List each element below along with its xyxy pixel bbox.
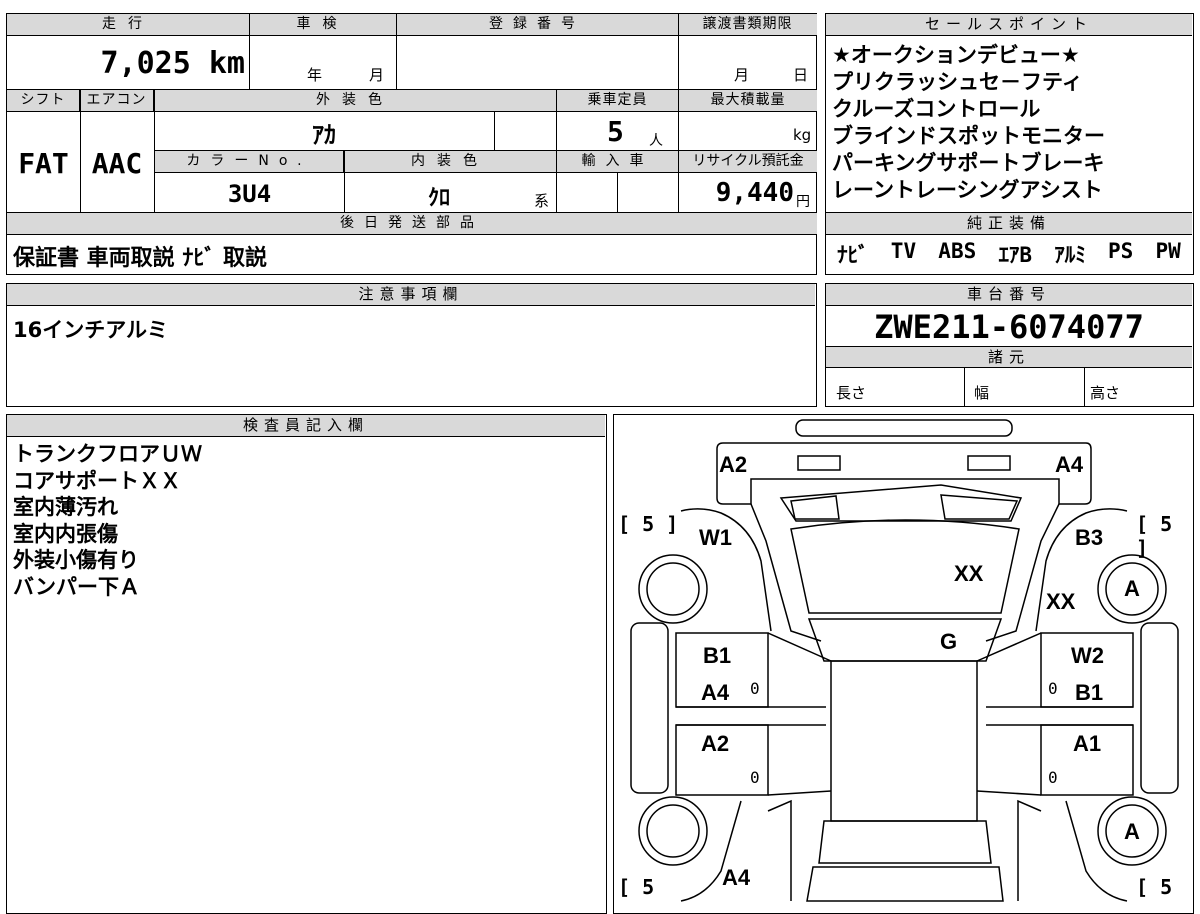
inspector-note: 室内内張傷	[13, 521, 118, 546]
sales-point-item: ブラインドスポットモニター	[832, 124, 1105, 148]
color-no-value: 3U4	[227, 180, 272, 208]
mark-zero: 0	[1048, 679, 1058, 698]
later-parts-value: 保証書 車両取説 ﾅﾋﾞ 取説	[13, 246, 267, 271]
sales-points-panel: セールスポイント ★オークションデビュー★ プリクラッシュセ－フティ クルーズコ…	[825, 13, 1194, 275]
transfer-month-unit: 月	[734, 66, 750, 84]
mark-rear-door-right-2: B1	[1075, 680, 1104, 705]
aircon-value: AAC	[91, 147, 143, 180]
registration-label: 登録番号	[396, 14, 678, 36]
height-label: 高さ	[1090, 384, 1121, 402]
capacity-value: 5	[607, 115, 624, 148]
sales-point-item: パーキングサポートブレーキ	[832, 151, 1105, 175]
recycle-value: 9,440	[715, 178, 794, 208]
max-load-label: 最大積載量	[678, 90, 817, 112]
tire-rear-left: [ 5 ]	[618, 512, 679, 536]
mark-rear-right: A4	[1055, 452, 1084, 477]
mark-zero: 0	[1048, 768, 1058, 787]
tire-front-left: [ 5	[618, 875, 655, 899]
inspector-panel: 検査員記入欄 トランクフロアＵＷ コアサポートＸＸ 室内薄汚れ 室内内張傷 外装…	[6, 414, 607, 914]
recycle-unit: 円	[796, 194, 810, 210]
mark-windshield: G	[940, 629, 958, 654]
car-diagram-panel: A2 A4 [ 5 ] [ 5 ] W1 B3 XX XX A G B1 A4 …	[613, 414, 1194, 914]
transfer-deadline-label: 譲渡書類期限	[678, 14, 817, 36]
aircon-label: エアコン	[80, 90, 154, 112]
notes-value: 16インチアルミ	[13, 318, 169, 342]
mark-rear-door-left-2: A4	[701, 680, 730, 705]
mileage-label: 走行	[7, 14, 249, 36]
mark-rear-door-right-1: W2	[1071, 643, 1104, 668]
mark-zero: 0	[750, 679, 760, 698]
shift-label: シフト	[7, 90, 80, 112]
capacity-unit: 人	[649, 133, 663, 149]
tire-front-right: [ 5	[1136, 875, 1173, 899]
mark-front-door-right: A1	[1073, 731, 1102, 756]
equipment-item: ｱﾙﾐ	[1054, 243, 1086, 267]
mark-rear-door-left-1: B1	[703, 643, 732, 668]
mark-fender-left: A4	[722, 865, 751, 890]
mark-zero: 0	[750, 768, 760, 787]
sales-points-list: ★オークションデビュー★ プリクラッシュセ－フティ クルーズコントロール ブライ…	[826, 38, 1192, 208]
tire-rear-right: [ 5 ]	[1136, 512, 1173, 560]
equipment-label: 純正装備	[826, 213, 1192, 235]
specs-label: 諸元	[826, 346, 1192, 368]
sales-points-label: セールスポイント	[826, 14, 1192, 36]
inspector-note: バンパー下Ａ	[13, 574, 141, 599]
interior-color-value: ｸﾛ	[427, 186, 450, 211]
equipment-item: PS	[1108, 239, 1134, 263]
mark-wheel-rear-right: A	[1124, 576, 1140, 601]
width-label: 幅	[974, 384, 990, 402]
capacity-label: 乗車定員	[556, 90, 678, 112]
chassis-panel: 車台番号 ZWE211-6074077 諸元 長さ 幅 高さ	[825, 283, 1194, 407]
inspector-label: 検査員記入欄	[7, 415, 605, 437]
inspection-year-unit: 年	[307, 66, 323, 84]
mark-quarter-left: W1	[699, 525, 732, 550]
equipment-list: ﾅﾋﾞ TV ABS ｴｱB ｱﾙﾐ PS PW	[826, 239, 1192, 269]
equipment-item: PW	[1155, 239, 1181, 263]
notes-label: 注意事項欄	[7, 284, 815, 306]
equipment-item: ｴｱB	[998, 243, 1033, 267]
transfer-day-unit: 日	[793, 66, 809, 84]
import-label: 輸入車	[556, 151, 678, 173]
interior-color-suffix: 系	[534, 192, 550, 210]
exterior-color-value: ｱｶ	[312, 121, 336, 149]
equipment-item: ﾅﾋﾞ	[837, 243, 869, 267]
sales-point-item: クルーズコントロール	[832, 97, 1041, 121]
later-parts-label: 後日発送部品	[7, 213, 817, 235]
mark-wheel-front-right: A	[1124, 819, 1140, 844]
interior-color-label: 内装色	[344, 151, 556, 173]
mark-front-door-left: A2	[701, 731, 730, 756]
color-no-label: カラーNo.	[155, 151, 344, 173]
mark-roof: XX	[954, 561, 984, 586]
max-load-unit: kg	[793, 126, 812, 144]
length-label: 長さ	[836, 384, 867, 402]
mark-rear-left: A2	[719, 452, 748, 477]
vehicle-info-table: 走行 車検 登録番号 譲渡書類期限 7,025 km 年 月 月 日 シフト エ…	[6, 13, 817, 275]
inspection-month-unit: 月	[369, 66, 385, 84]
inspector-notes-list: トランクフロアＵＷ コアサポートＸＸ 室内薄汚れ 室内内張傷 外装小傷有り バン…	[7, 439, 605, 602]
sales-point-item: ★オークションデビュー★	[832, 43, 1080, 67]
equipment-item: ABS	[938, 239, 977, 263]
equipment-item: TV	[890, 239, 917, 263]
chassis-value: ZWE211-6074077	[874, 308, 1144, 346]
inspector-note: トランクフロアＵＷ	[13, 442, 202, 466]
car-diagram	[630, 419, 1179, 902]
shift-value: FAT	[18, 147, 69, 180]
inspector-note: 室内薄汚れ	[13, 495, 118, 519]
exterior-color-label: 外装色	[154, 90, 556, 112]
mark-right-rear-panel: XX	[1046, 589, 1076, 614]
mileage-value: 7,025 km	[100, 46, 246, 81]
inspection-label: 車検	[249, 14, 396, 36]
chassis-label: 車台番号	[826, 284, 1192, 306]
recycle-label: リサイクル預託金	[678, 151, 817, 173]
inspector-note: 外装小傷有り	[13, 548, 139, 572]
inspector-note: コアサポートＸＸ	[13, 468, 181, 493]
sales-point-item: プリクラッシュセ－フティ	[832, 70, 1083, 94]
notes-panel: 注意事項欄 16インチアルミ	[6, 283, 817, 407]
mark-quarter-right: B3	[1075, 525, 1104, 550]
sales-point-item: レーントレーシングアシスト	[832, 178, 1103, 202]
